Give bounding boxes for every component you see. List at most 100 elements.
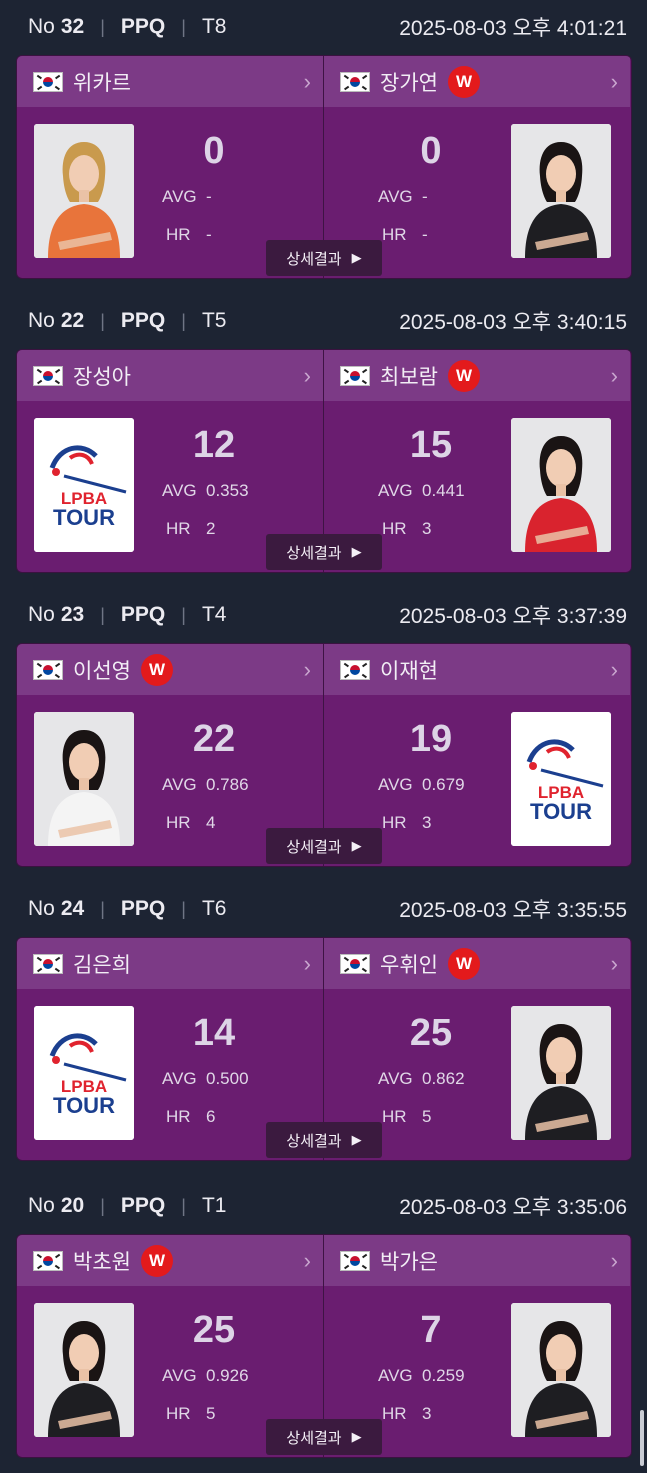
player-name: 김은희 bbox=[73, 953, 131, 977]
winner-badge: W bbox=[447, 65, 480, 98]
play-arrow-icon: ▶ bbox=[351, 1429, 362, 1444]
chevron-right-icon[interactable]: › bbox=[611, 363, 618, 389]
winner-badge: W bbox=[447, 359, 480, 392]
separator: | bbox=[100, 16, 105, 37]
lpba-tour-logo: LPBA TOUR bbox=[511, 712, 611, 846]
player-score: 19 bbox=[409, 718, 453, 760]
lpba-logo-line2: TOUR bbox=[530, 799, 592, 824]
lpba-logo-line2: TOUR bbox=[53, 1093, 115, 1118]
match-card: 이선영 W › 22 AVG 0.786 HR 4 이재현 › LPBA TOUR 19 AVG 0.679… bbox=[16, 643, 632, 867]
match-header: No 23 | PPQ | T4 2025-08-03 오후 3:37:39 bbox=[28, 588, 627, 642]
hr-label: HR bbox=[166, 813, 191, 832]
detail-result-button[interactable]: 상세결과 ▶ bbox=[266, 1419, 382, 1455]
chevron-right-icon[interactable]: › bbox=[611, 1248, 618, 1274]
player-name: 장가연 bbox=[380, 71, 438, 95]
player-score: 25 bbox=[192, 1309, 236, 1351]
detail-result-label: 상세결과 bbox=[286, 250, 342, 268]
match-round: PPQ bbox=[120, 603, 166, 626]
hr-label: HR bbox=[166, 1107, 191, 1126]
chevron-right-icon[interactable]: › bbox=[304, 951, 311, 977]
player-name: 이재현 bbox=[380, 659, 438, 683]
chevron-right-icon[interactable]: › bbox=[304, 363, 311, 389]
separator: | bbox=[181, 16, 186, 37]
match-no-label: No bbox=[28, 309, 55, 332]
match-card: 김은희 › LPBA TOUR 14 AVG 0.500 HR 6 우휘인 W › 25 AVG 0.862… bbox=[16, 937, 632, 1161]
korea-flag-icon bbox=[340, 365, 370, 386]
korea-flag-icon bbox=[33, 659, 63, 680]
chevron-right-icon[interactable]: › bbox=[611, 69, 618, 95]
avg-label: AVG bbox=[162, 1366, 197, 1385]
winner-badge: W bbox=[447, 947, 480, 980]
match-table: T5 bbox=[201, 309, 227, 332]
avg-value: - bbox=[422, 187, 428, 206]
detail-result-button[interactable]: 상세결과 ▶ bbox=[266, 240, 382, 276]
player-header[interactable]: 이재현 › bbox=[324, 644, 630, 695]
avg-stat: AVG 0.259 bbox=[378, 1366, 465, 1386]
hr-stat: HR 5 bbox=[382, 1107, 431, 1127]
hr-value: 5 bbox=[422, 1107, 432, 1126]
player-photo bbox=[511, 418, 611, 552]
winner-badge: W bbox=[140, 653, 173, 686]
hr-label: HR bbox=[166, 1404, 191, 1423]
avg-label: AVG bbox=[378, 187, 413, 206]
detail-result-button[interactable]: 상세결과 ▶ bbox=[266, 828, 382, 864]
chevron-right-icon[interactable]: › bbox=[304, 657, 311, 683]
hr-stat: HR 3 bbox=[382, 813, 431, 833]
player-header[interactable]: 이선영 W › bbox=[17, 644, 323, 695]
hr-stat: HR 3 bbox=[382, 519, 431, 539]
detail-result-label: 상세결과 bbox=[286, 1132, 342, 1150]
hr-value: 5 bbox=[206, 1404, 216, 1423]
play-arrow-icon: ▶ bbox=[351, 838, 362, 853]
player-name: 박초원 bbox=[73, 1250, 131, 1274]
player-photo bbox=[34, 712, 134, 846]
lpba-tour-logo: LPBA TOUR bbox=[34, 1006, 134, 1140]
player-score: 0 bbox=[203, 130, 225, 172]
hr-value: - bbox=[206, 225, 212, 244]
player-header[interactable]: 김은희 › bbox=[17, 938, 323, 989]
player-header[interactable]: 위카르 › bbox=[17, 56, 323, 107]
match-no-label: No bbox=[28, 15, 55, 38]
chevron-right-icon[interactable]: › bbox=[611, 657, 618, 683]
match-datetime: 2025-08-03 오후 4:01:21 bbox=[399, 17, 627, 40]
player-header[interactable]: 박초원 W › bbox=[17, 1235, 323, 1286]
match-card: 위카르 › 0 AVG - HR - 장가연 W › 0 AVG - HR - 상세결과 ▶ bbox=[16, 55, 632, 279]
avg-stat: AVG 0.500 bbox=[162, 1069, 249, 1089]
match-round: PPQ bbox=[120, 1194, 166, 1217]
detail-result-label: 상세결과 bbox=[286, 1429, 342, 1447]
hr-value: 3 bbox=[422, 813, 432, 832]
korea-flag-icon bbox=[340, 1250, 370, 1271]
korea-flag-icon bbox=[33, 71, 63, 92]
separator: | bbox=[181, 898, 186, 919]
player-header[interactable]: 최보람 W › bbox=[324, 350, 630, 401]
player-photo bbox=[511, 1303, 611, 1437]
match-card: 장성아 › LPBA TOUR 12 AVG 0.353 HR 2 최보람 W › 15 AVG 0.441… bbox=[16, 349, 632, 573]
player-header[interactable]: 장성아 › bbox=[17, 350, 323, 401]
player-header[interactable]: 박가은 › bbox=[324, 1235, 630, 1286]
player-photo bbox=[34, 1303, 134, 1437]
match-table: T4 bbox=[201, 603, 227, 626]
scrollbar[interactable] bbox=[640, 1410, 644, 1466]
avg-value: 0.259 bbox=[422, 1366, 465, 1385]
chevron-right-icon[interactable]: › bbox=[611, 951, 618, 977]
korea-flag-icon bbox=[33, 365, 63, 386]
hr-stat: HR 2 bbox=[166, 519, 215, 539]
avg-value: 0.353 bbox=[206, 481, 249, 500]
detail-result-button[interactable]: 상세결과 ▶ bbox=[266, 1122, 382, 1158]
hr-value: 4 bbox=[206, 813, 216, 832]
avg-value: 0.926 bbox=[206, 1366, 249, 1385]
korea-flag-icon bbox=[340, 953, 370, 974]
player-header[interactable]: 장가연 W › bbox=[324, 56, 630, 107]
lpba-logo-line2: TOUR bbox=[53, 505, 115, 530]
hr-stat: HR - bbox=[166, 225, 212, 245]
detail-result-button[interactable]: 상세결과 ▶ bbox=[266, 534, 382, 570]
match-round: PPQ bbox=[120, 15, 166, 38]
match-table: T8 bbox=[201, 15, 227, 38]
hr-stat: HR 4 bbox=[166, 813, 215, 833]
chevron-right-icon[interactable]: › bbox=[304, 1248, 311, 1274]
match-number: 22 bbox=[60, 309, 85, 332]
korea-flag-icon bbox=[33, 953, 63, 974]
player-header[interactable]: 우휘인 W › bbox=[324, 938, 630, 989]
avg-label: AVG bbox=[378, 1366, 413, 1385]
player-score: 22 bbox=[192, 718, 236, 760]
chevron-right-icon[interactable]: › bbox=[304, 69, 311, 95]
